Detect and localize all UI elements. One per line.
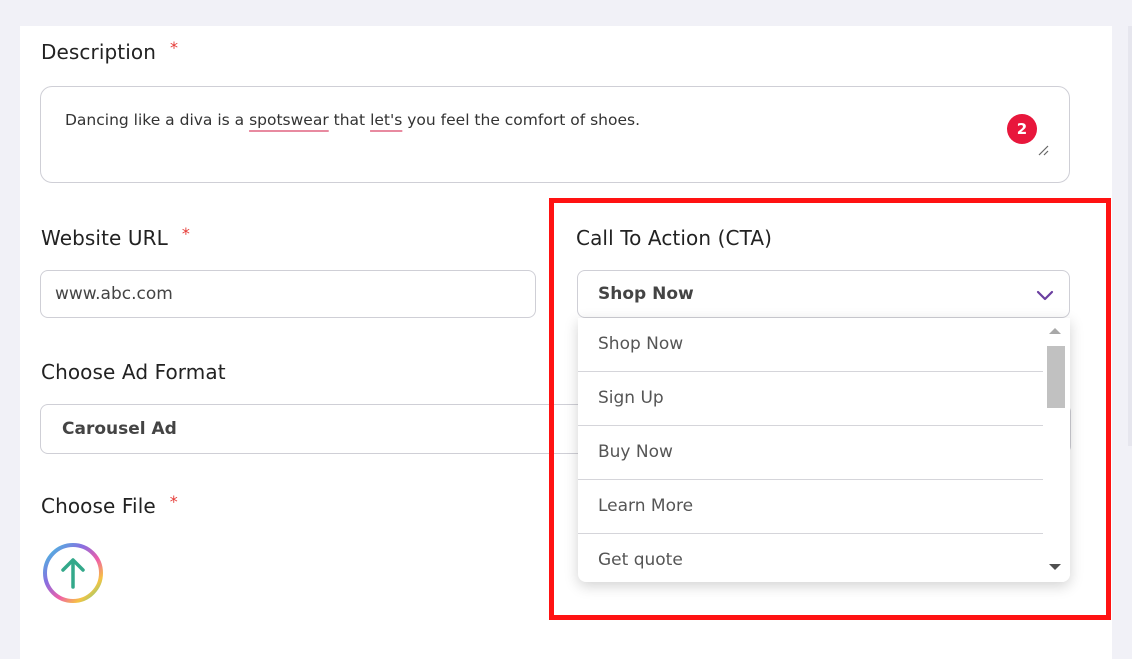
resize-handle-icon[interactable] bbox=[1037, 144, 1049, 156]
cta-option-sign-up[interactable]: Sign Up bbox=[578, 372, 1043, 426]
scroll-up-icon[interactable] bbox=[1049, 328, 1061, 334]
cta-option-buy-now[interactable]: Buy Now bbox=[578, 426, 1043, 480]
cta-label: Call To Action (CTA) bbox=[576, 226, 773, 250]
cta-select[interactable]: Shop Now bbox=[577, 270, 1070, 318]
choose-file-label: Choose File * bbox=[41, 492, 178, 518]
cta-selected-value: Shop Now bbox=[598, 284, 694, 304]
ad-format-label: Choose Ad Format bbox=[41, 360, 226, 384]
misspelled-word: let's bbox=[370, 111, 403, 129]
scroll-down-icon[interactable] bbox=[1049, 564, 1061, 570]
description-textarea[interactable]: Dancing like a diva is a spotswear that … bbox=[40, 86, 1070, 183]
chevron-down-icon bbox=[1036, 290, 1054, 301]
website-url-input[interactable]: www.abc.com bbox=[40, 270, 536, 318]
required-mark: * bbox=[181, 224, 190, 243]
upload-arrow-icon[interactable] bbox=[41, 541, 105, 605]
description-text: Dancing like a diva is a spotswear that … bbox=[65, 111, 640, 129]
cta-option-learn-more[interactable]: Learn More bbox=[578, 480, 1043, 534]
website-url-label: Website URL * bbox=[41, 224, 190, 250]
description-label: Description * bbox=[41, 38, 179, 64]
scrollbar-thumb[interactable] bbox=[1047, 346, 1065, 408]
page-scroll-edge bbox=[1128, 26, 1132, 446]
required-mark: * bbox=[169, 492, 178, 511]
required-mark: * bbox=[170, 38, 179, 57]
char-count-badge: 2 bbox=[1007, 114, 1037, 144]
cta-option-get-quote[interactable]: Get quote bbox=[578, 534, 1043, 582]
misspelled-word: spotswear bbox=[249, 111, 329, 129]
cta-dropdown-list: Shop Now Sign Up Buy Now Learn More Get … bbox=[578, 318, 1070, 582]
cta-option-shop-now[interactable]: Shop Now bbox=[578, 318, 1043, 372]
